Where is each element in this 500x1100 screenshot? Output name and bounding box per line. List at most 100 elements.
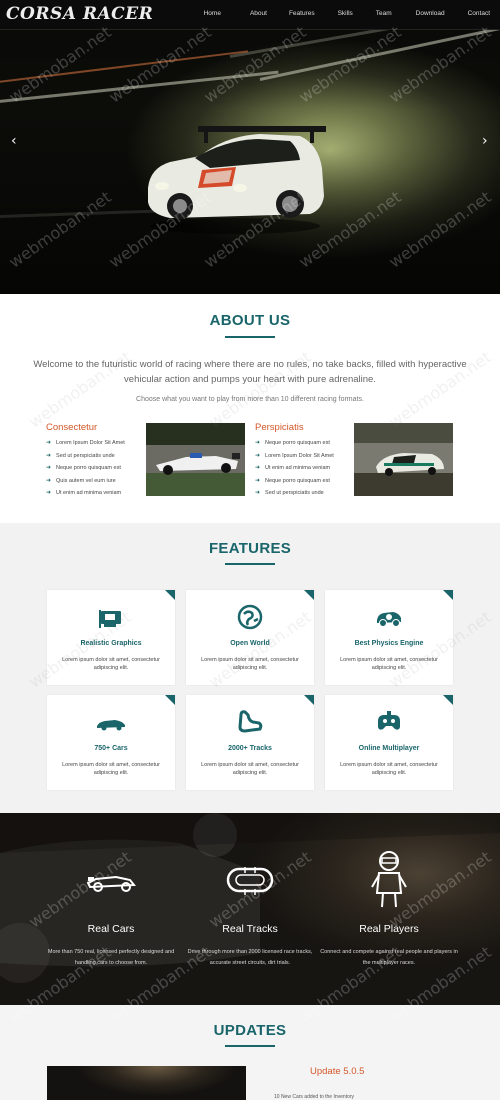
list-item: ➜ Lorem Ipsum Dolor Sit Amet xyxy=(255,450,334,463)
list-item: ➜ Sed ut perspiciatis unde xyxy=(46,450,125,463)
real-title: Real Cars xyxy=(87,923,135,935)
nav-team[interactable]: Team xyxy=(376,10,392,17)
feature-card-tracks[interactable]: 2000+ Tracks Lorem ipsum dolor sit amet,… xyxy=(186,695,314,790)
feature-card-physics[interactable]: Best Physics Engine Lorem ipsum dolor si… xyxy=(325,590,453,685)
nav-download[interactable]: Download xyxy=(416,10,445,17)
list-item-text: Sed ut perspiciatis unde xyxy=(56,452,115,459)
list-item-text: Neque porro quisquam est xyxy=(56,465,121,471)
list-item-text: Neque porro quisquam est xyxy=(265,440,330,446)
feature-title: Realistic Graphics xyxy=(80,640,142,647)
real-background-image xyxy=(0,813,500,983)
card-corner xyxy=(165,590,175,600)
real-desc: Drive through more than 2000 licensed ra… xyxy=(187,949,313,966)
feature-title: 750+ Cars xyxy=(94,745,128,752)
circuit-icon xyxy=(226,867,274,895)
arrow-right-icon: ➜ xyxy=(255,439,261,446)
about-title: ABOUT US xyxy=(209,312,291,329)
feature-desc: Lorem ipsum dolor sit amet, consectetur … xyxy=(62,762,160,776)
arrow-right-icon: ➜ xyxy=(46,476,52,484)
feature-title: Open World xyxy=(230,640,270,647)
gamepad-icon xyxy=(378,711,400,730)
road-marking xyxy=(229,30,500,58)
feature-card-open-world[interactable]: Open World Lorem ipsum dolor sit amet, c… xyxy=(186,590,314,685)
list-item-text: Lorem Ipsum Dolor Sit Amet xyxy=(56,440,125,446)
list-item-text: Ut enim ad minima veniam xyxy=(56,490,122,496)
slider-prev-arrow[interactable]: ‹ xyxy=(11,133,17,149)
list-item: ➜ Lorem Ipsum Dolor Sit Amet xyxy=(46,437,125,450)
real-title: Real Tracks xyxy=(222,923,278,935)
arrow-right-icon: ➜ xyxy=(255,476,261,484)
nav-about[interactable]: About xyxy=(250,10,267,17)
f1-car-icon xyxy=(86,875,136,892)
arrow-right-icon: ➜ xyxy=(46,489,52,496)
race-car-image xyxy=(148,126,326,234)
nav-home[interactable]: Home xyxy=(204,10,221,17)
card-corner xyxy=(443,695,453,705)
list-item-text: Sed ut perspiciatis unde xyxy=(265,490,324,496)
about-col1-heading: Consectetur xyxy=(46,422,98,433)
gt-car-photo xyxy=(354,423,453,496)
card-corner xyxy=(304,695,314,705)
real-section: Real Cars More than 750 real, licensed p… xyxy=(0,813,500,1005)
arrow-right-icon: ➜ xyxy=(255,451,261,459)
feature-title: Best Physics Engine xyxy=(354,640,424,647)
real-title: Real Players xyxy=(359,923,419,935)
track-icon xyxy=(238,710,263,733)
arrow-right-icon: ➜ xyxy=(255,464,261,471)
graphics-card-icon xyxy=(99,610,121,628)
feature-desc: Lorem ipsum dolor sit amet, consectetur … xyxy=(62,657,160,671)
list-item: ➜ Ut enim ad minima veniam xyxy=(46,487,125,500)
list-item: ➜ Neque porro quisquam est xyxy=(255,475,334,488)
feature-card-cars[interactable]: 750+ Cars Lorem ipsum dolor sit amet, co… xyxy=(47,695,175,790)
arrow-right-icon: ➜ xyxy=(46,464,52,471)
feature-desc: Lorem ipsum dolor sit amet, consectetur … xyxy=(340,657,438,671)
f1-car-photo xyxy=(146,423,245,496)
feature-desc: Lorem ipsum dolor sit amet, consectetur … xyxy=(201,762,299,776)
driver-icon xyxy=(371,851,407,908)
feature-title: 2000+ Tracks xyxy=(228,745,272,752)
about-title-rule xyxy=(225,336,275,338)
top-nav: CORSA RACER Home About Features Skills T… xyxy=(0,0,500,30)
arrow-right-icon: ➜ xyxy=(46,439,52,446)
features-title: FEATURES xyxy=(208,540,292,557)
card-corner xyxy=(304,590,314,600)
features-title-rule xyxy=(225,563,275,565)
site-logo[interactable]: CORSA RACER xyxy=(6,4,153,24)
feature-desc: Lorem ipsum dolor sit amet, consectetur … xyxy=(201,657,299,671)
nav-features[interactable]: Features xyxy=(289,10,315,17)
list-item-text: Lorem Ipsum Dolor Sit Amet xyxy=(265,452,334,459)
hero-slider: ‹ › xyxy=(0,30,500,294)
updates-title: UPDATES xyxy=(213,1022,287,1039)
feature-title: Online Multiplayer xyxy=(358,745,420,752)
list-item: ➜ Sed ut perspiciatis unde xyxy=(255,487,334,500)
real-desc: Connect and compete against real people … xyxy=(320,949,458,966)
race-car-icon xyxy=(97,720,125,731)
update-item-text: 10 New Cars added to the Inventory xyxy=(274,1094,355,1100)
list-item: ➜ Neque porro quisquam est xyxy=(255,437,334,450)
list-item-text: Neque porro quisquam est xyxy=(265,477,330,484)
feature-card-multiplayer[interactable]: Online Multiplayer Lorem ipsum dolor sit… xyxy=(325,695,453,790)
list-item: ➜ Ut enim ad minima veniam xyxy=(255,462,334,475)
globe-icon xyxy=(237,604,263,630)
about-col2-heading: Perspiciatis xyxy=(255,422,304,433)
list-item: ➜ Quis autem vel eum iure xyxy=(46,475,125,488)
update-item-title: Update 5.0.5 xyxy=(310,1066,365,1077)
list-item-text: Ut enim ad minima veniam xyxy=(265,465,331,471)
arrow-right-icon: ➜ xyxy=(46,451,52,459)
feature-card-graphics[interactable]: Realistic Graphics Lorem ipsum dolor sit… xyxy=(47,590,175,685)
about-sub-text: Choose what you want to play from more t… xyxy=(136,396,364,403)
slider-next-arrow[interactable]: › xyxy=(482,133,488,149)
card-corner xyxy=(443,590,453,600)
arrow-right-icon: ➜ xyxy=(255,489,261,496)
real-desc: More than 750 real, licensed perfectly d… xyxy=(47,949,175,966)
feature-desc: Lorem ipsum dolor sit amet, consectetur … xyxy=(340,762,438,776)
list-item: ➜ Neque porro quisquam est xyxy=(46,462,125,475)
nav-links: Home About Features Skills Team Download… xyxy=(204,10,490,17)
updates-title-rule xyxy=(225,1045,275,1047)
physics-car-icon xyxy=(377,612,401,627)
road-marking xyxy=(259,30,500,81)
about-lead-text: Welcome to the futuristic world of racin… xyxy=(33,359,467,385)
nav-skills[interactable]: Skills xyxy=(338,10,353,17)
nav-contact[interactable]: Contact xyxy=(468,10,490,17)
update-image xyxy=(47,1066,246,1100)
